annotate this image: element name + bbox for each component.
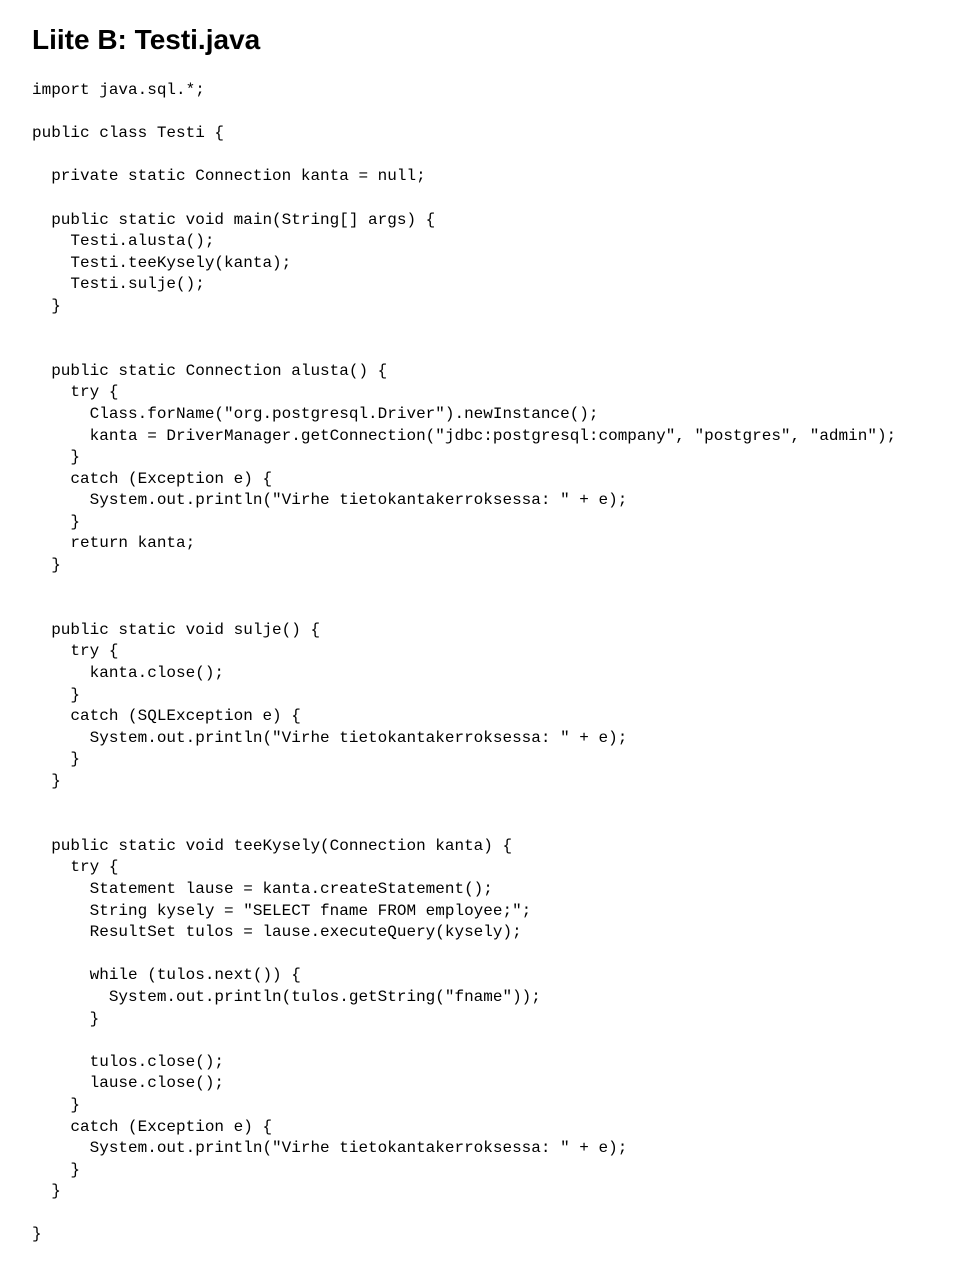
code-block: import java.sql.*; public class Testi { … — [32, 80, 928, 1246]
page-title: Liite B: Testi.java — [32, 24, 928, 56]
